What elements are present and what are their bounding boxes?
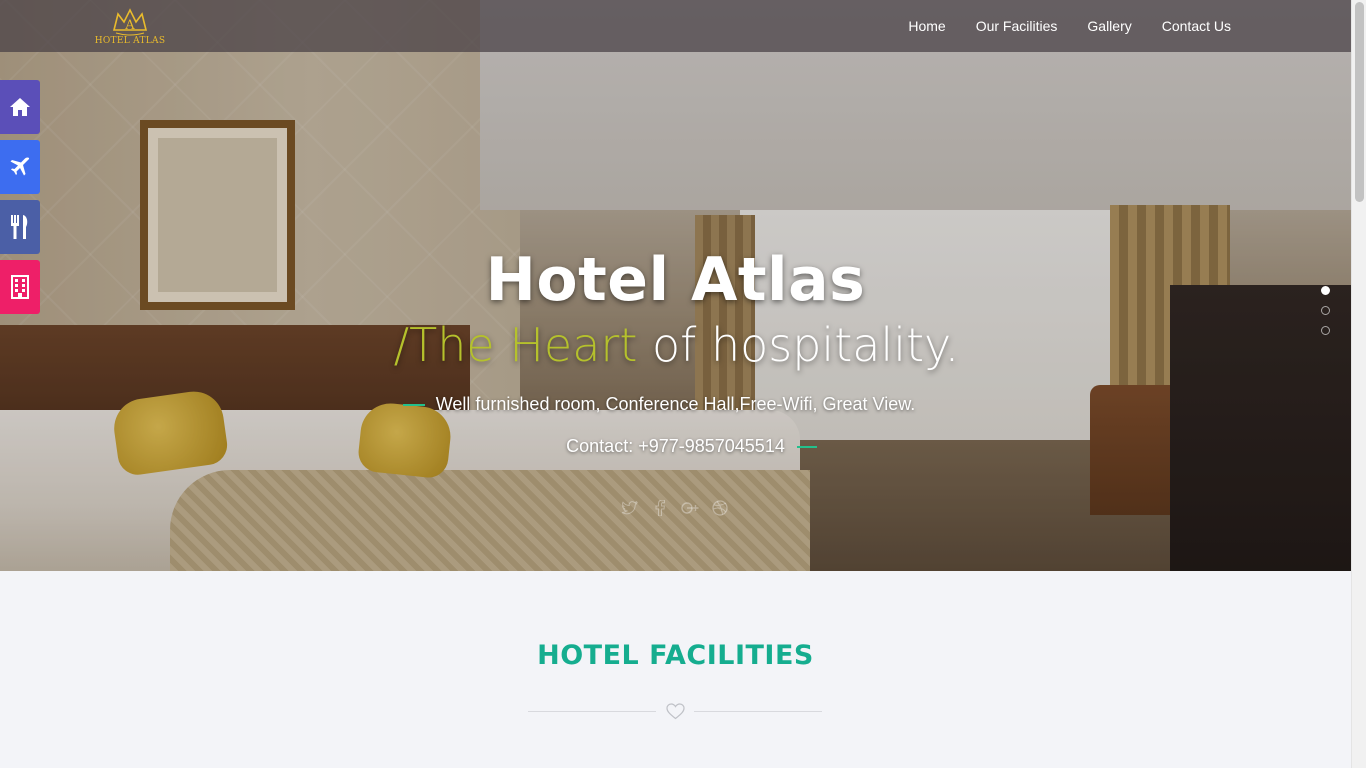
nav-gallery[interactable]: Gallery (1087, 18, 1131, 34)
home-icon (10, 98, 30, 116)
side-home-button[interactable] (0, 80, 40, 134)
restaurant-icon (11, 215, 28, 239)
slider-pagination (1321, 286, 1330, 346)
svg-text:A: A (124, 18, 135, 33)
slide-dot-1[interactable] (1321, 286, 1330, 295)
hero-subtitle: /The Heart of hospitality. (0, 318, 1351, 372)
divider-left (528, 711, 656, 712)
side-quick-links (0, 80, 40, 320)
heart-icon (666, 703, 685, 720)
crown-logo-icon: A (112, 8, 148, 36)
side-restaurant-button[interactable] (0, 200, 40, 254)
nav-our-facilities[interactable]: Our Facilities (976, 18, 1058, 34)
plane-icon (10, 157, 30, 176)
hero-contact: Contact: +977-9857045514 (566, 436, 785, 456)
side-hotel-button[interactable] (0, 260, 40, 314)
nav-contact-us[interactable]: Contact Us (1162, 18, 1231, 34)
logo-text: HOTEL ATLAS (94, 36, 166, 46)
hero-subtitle-accent: /The Heart (393, 318, 638, 372)
facebook-icon[interactable] (645, 497, 675, 519)
google-plus-icon[interactable] (675, 497, 705, 519)
twitter-icon[interactable] (615, 497, 645, 519)
hero-title: Hotel Atlas (485, 245, 866, 315)
nav-home[interactable]: Home (908, 18, 945, 34)
slide-dot-3[interactable] (1321, 326, 1330, 335)
social-links (615, 497, 735, 519)
main-nav: Home Our Facilities Gallery Contact Us (908, 0, 1231, 52)
hotel-logo[interactable]: A HOTEL ATLAS (94, 6, 166, 50)
hero-tagline: Well furnished room, Conference Hall,Fre… (435, 394, 916, 414)
hero-subtitle-rest: of hospitality. (637, 318, 960, 372)
slide-dot-2[interactable] (1321, 306, 1330, 315)
decor-dash-right (797, 446, 817, 448)
dribbble-icon[interactable] (705, 497, 735, 519)
divider-right (694, 711, 822, 712)
side-travel-button[interactable] (0, 140, 40, 194)
section-title: HOTEL FACILITIES (537, 640, 814, 671)
scrollbar-thumb[interactable] (1355, 2, 1364, 202)
building-icon (11, 275, 29, 299)
top-navbar: A HOTEL ATLAS Home Our Facilities Galler… (0, 0, 1351, 52)
page-scrollbar[interactable] (1351, 0, 1366, 768)
